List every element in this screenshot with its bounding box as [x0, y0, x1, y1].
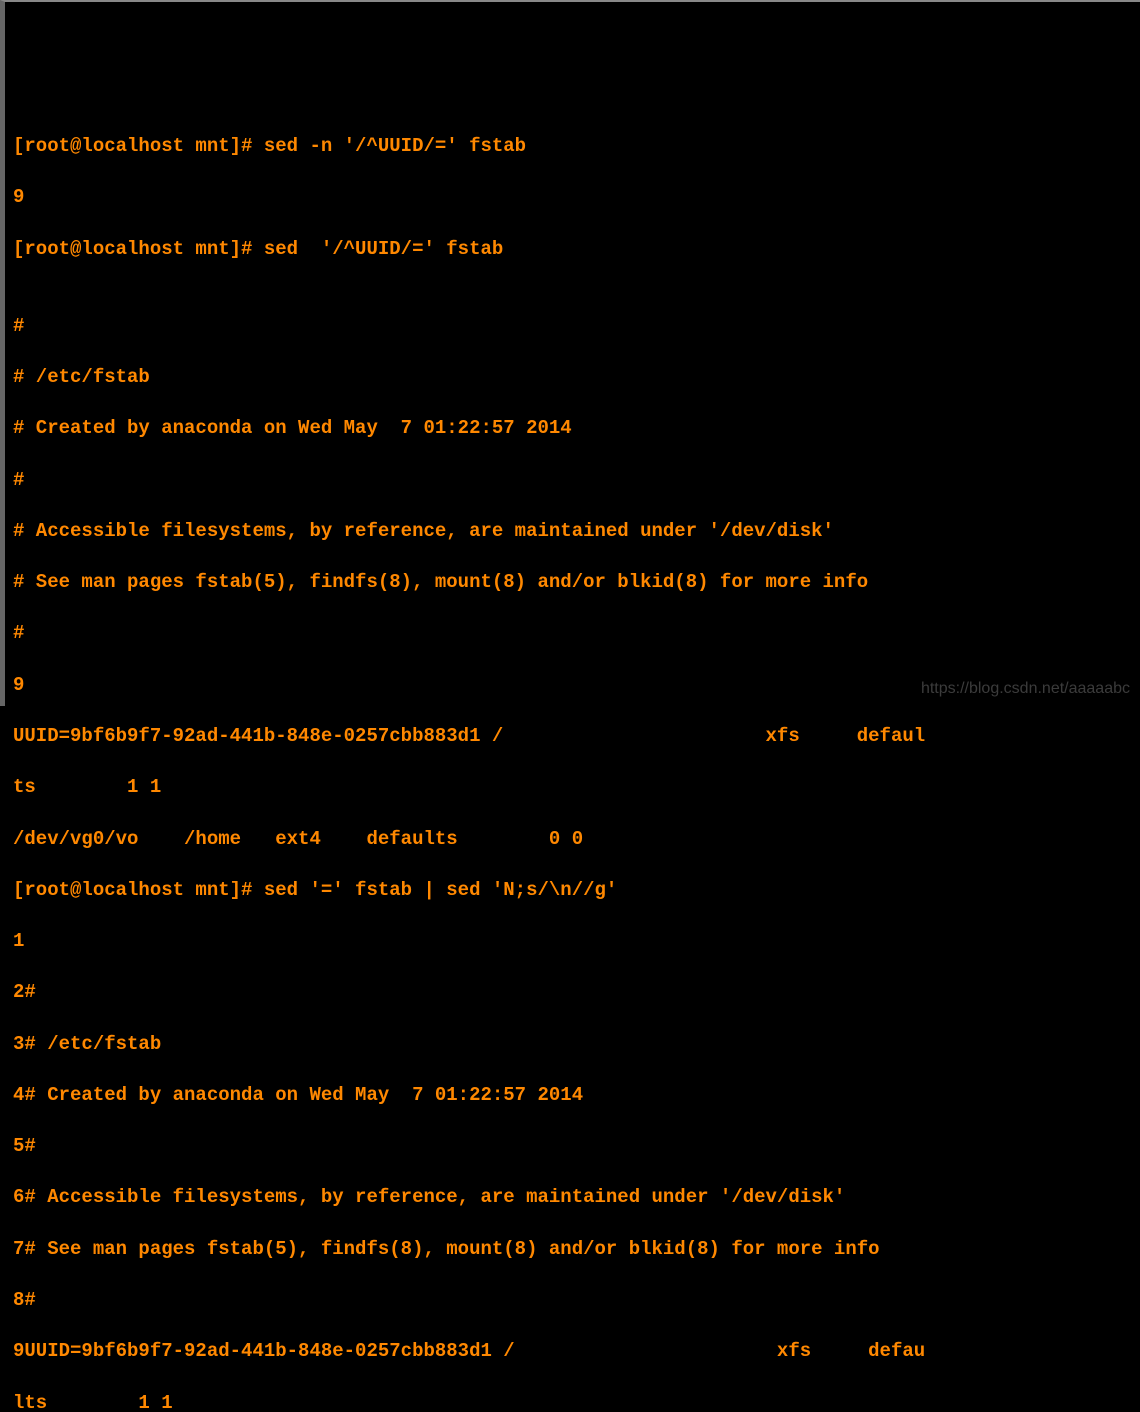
terminal-line: [root@localhost mnt]# sed '/^UUID/=' fst…	[13, 237, 1132, 263]
terminal-line: lts 1 1	[13, 1391, 1132, 1412]
terminal-line: 9	[13, 185, 1132, 211]
terminal-line: #	[13, 314, 1132, 340]
terminal-line: # See man pages fstab(5), findfs(8), mou…	[13, 570, 1132, 596]
terminal-line: 4# Created by anaconda on Wed May 7 01:2…	[13, 1083, 1132, 1109]
terminal-line: # Created by anaconda on Wed May 7 01:22…	[13, 416, 1132, 442]
terminal-line: 6# Accessible filesystems, by reference,…	[13, 1185, 1132, 1211]
watermark-text: https://blog.csdn.net/aaaaabc	[921, 678, 1130, 700]
terminal-line: 7# See man pages fstab(5), findfs(8), mo…	[13, 1237, 1132, 1263]
terminal-line: 8#	[13, 1288, 1132, 1314]
terminal-line: ts 1 1	[13, 775, 1132, 801]
terminal-line: # /etc/fstab	[13, 365, 1132, 391]
terminal-line: [root@localhost mnt]# sed -n '/^UUID/=' …	[13, 134, 1132, 160]
terminal-line: 3# /etc/fstab	[13, 1032, 1132, 1058]
terminal-output: [root@localhost mnt]# sed -n '/^UUID/=' …	[13, 109, 1132, 1412]
terminal-line: 9UUID=9bf6b9f7-92ad-441b-848e-0257cbb883…	[13, 1339, 1132, 1365]
terminal-line: #	[13, 468, 1132, 494]
terminal-line: UUID=9bf6b9f7-92ad-441b-848e-0257cbb883d…	[13, 724, 1132, 750]
terminal-line: 5#	[13, 1134, 1132, 1160]
terminal-line: #	[13, 621, 1132, 647]
terminal-line: [root@localhost mnt]# sed '=' fstab | se…	[13, 878, 1132, 904]
terminal-line: 2#	[13, 980, 1132, 1006]
terminal-line: 1	[13, 929, 1132, 955]
terminal-line: /dev/vg0/vo /home ext4 defaults 0 0	[13, 827, 1132, 853]
terminal-line: # Accessible filesystems, by reference, …	[13, 519, 1132, 545]
